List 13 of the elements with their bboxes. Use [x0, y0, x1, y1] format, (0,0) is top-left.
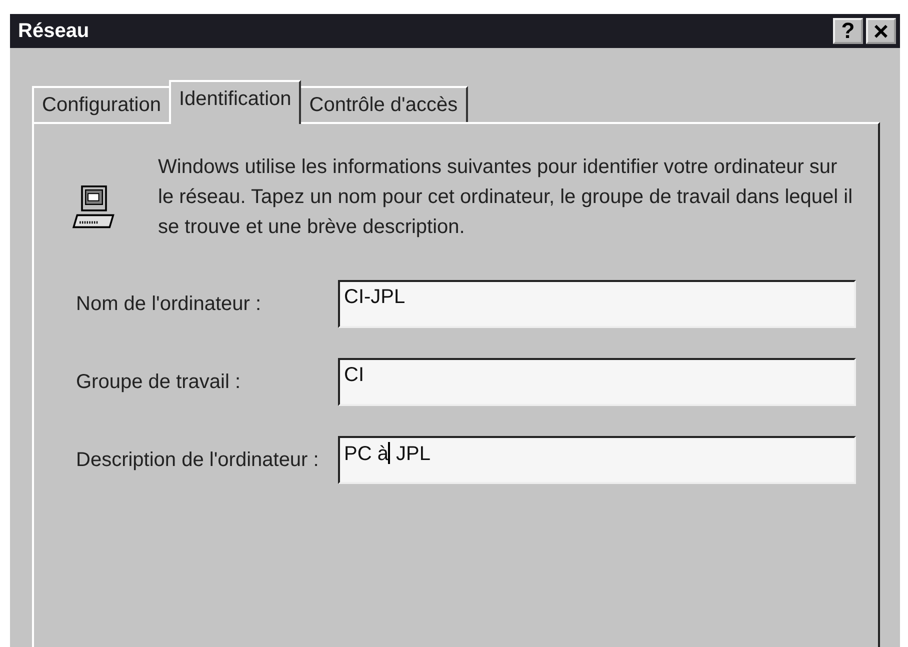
field-label: Nom de l'ordinateur : — [76, 292, 262, 317]
tab[interactable]: Identification — [168, 80, 302, 124]
window-title: Réseau — [18, 20, 90, 42]
input-field[interactable]: CI — [338, 358, 856, 406]
input-field[interactable]: PC à JPL — [338, 436, 856, 484]
field-label: Groupe de travail : — [76, 370, 242, 395]
tab[interactable]: Contrôle d'accès — [299, 86, 468, 122]
field-label: Description de l'ordinateur : — [76, 448, 320, 473]
tab[interactable]: Configuration — [32, 86, 171, 122]
intro-text: Windows utilise les informations suivantes pour identifier votre ordinateur sur le réseau. Tapez un nom pour cet ordinateur, le groupe de travail dans lequel il se trouve et une brève description. — [158, 155, 854, 240]
input-field[interactable]: CI-JPL — [338, 280, 856, 328]
help-button[interactable]: ? — [833, 18, 863, 44]
close-button[interactable]: × — [866, 18, 896, 44]
